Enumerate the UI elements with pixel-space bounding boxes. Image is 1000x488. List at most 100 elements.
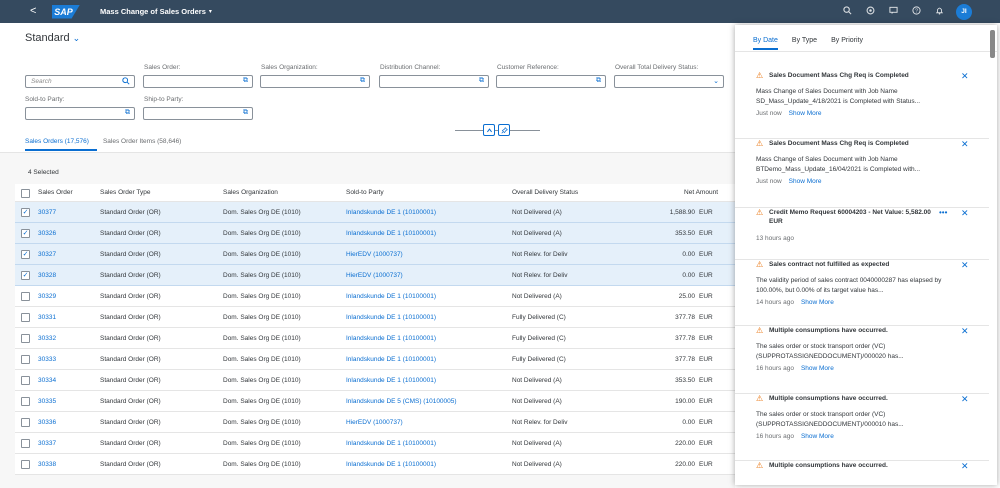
select-all-checkbox[interactable] [21, 189, 30, 198]
show-more-link[interactable]: Show More [801, 365, 834, 372]
sales-order-link[interactable]: 30327 [38, 251, 56, 258]
back-button[interactable]: < [30, 0, 44, 23]
sales-order-link[interactable]: 30338 [38, 461, 56, 468]
sales-order-link[interactable]: 30333 [38, 356, 56, 363]
value-help-icon[interactable]: ⧉ [243, 109, 248, 117]
table-row[interactable]: 30333 Standard Order (OR) Dom. Sales Org D… [15, 349, 735, 370]
tab-by-type[interactable]: By Type [792, 37, 817, 44]
sold-to-party-link[interactable]: Inlandskunde DE 1 (10100001) [346, 335, 436, 342]
close-icon[interactable]: ✕ [961, 139, 969, 150]
app-title-caret-icon[interactable]: ▾ [209, 8, 212, 15]
sales-order-link[interactable]: 30332 [38, 335, 56, 342]
sold-to-party-link[interactable]: Inlandskunde DE 1 (10100001) [346, 209, 436, 216]
row-checkbox[interactable] [21, 397, 30, 406]
value-help-icon[interactable]: ⧉ [243, 77, 248, 85]
sold-to-party-link[interactable]: HierEDV (1000737) [346, 272, 403, 279]
row-checkbox[interactable]: ✓ [21, 208, 30, 217]
table-row[interactable]: 30329 Standard Order (OR) Dom. Sales Org D… [15, 286, 735, 307]
sold-to-party-link[interactable]: Inlandskunde DE 1 (10100001) [346, 356, 436, 363]
row-checkbox[interactable]: ✓ [21, 250, 30, 259]
notification-item[interactable]: ⚠ Multiple consumptions have occurred. ✕ Th… [735, 326, 989, 394]
sold-to-party-link[interactable]: Inlandskunde DE 1 (10100001) [346, 230, 436, 237]
close-icon[interactable]: ✕ [961, 394, 969, 405]
sold-to-party-link[interactable]: Inlandskunde DE 1 (10100001) [346, 461, 436, 468]
show-more-link[interactable]: Show More [789, 178, 822, 185]
notification-item[interactable]: ⚠ Multiple consumptions have occurred. ✕ [735, 461, 989, 485]
row-checkbox[interactable] [21, 439, 30, 448]
table-row[interactable]: ✓ 30328 Standard Order (OR) Dom. Sales Org … [15, 265, 735, 286]
row-checkbox[interactable] [21, 376, 30, 385]
co-pilot-icon[interactable] [864, 6, 876, 17]
row-checkbox[interactable]: ✓ [21, 229, 30, 238]
col-sales-organization[interactable]: Sales Organization [223, 189, 278, 196]
value-help-icon[interactable]: ⧉ [125, 109, 130, 117]
row-checkbox[interactable] [21, 334, 30, 343]
sales-order-link[interactable]: 30335 [38, 398, 56, 405]
app-title[interactable]: Mass Change of Sales Orders [100, 7, 206, 16]
col-sales-order[interactable]: Sales Order [38, 189, 73, 196]
sold-to-party-field[interactable]: ⧉ [25, 107, 135, 120]
sales-order-link[interactable]: 30328 [38, 272, 56, 279]
sales-organization-field[interactable]: ⧉ [260, 75, 370, 88]
user-feedback-icon[interactable] [887, 6, 899, 17]
value-help-icon[interactable]: ⧉ [596, 77, 601, 85]
sold-to-party-link[interactable]: Inlandskunde DE 1 (10100001) [346, 314, 436, 321]
sold-to-party-link[interactable]: Inlandskunde DE 1 (10100001) [346, 377, 436, 384]
sold-to-party-link[interactable]: Inlandskunde DE 1 (10100001) [346, 293, 436, 300]
more-options-icon[interactable]: ••• [939, 208, 947, 217]
show-more-link[interactable]: Show More [801, 299, 834, 306]
ship-to-party-field[interactable]: ⧉ [143, 107, 253, 120]
sales-order-link[interactable]: 30331 [38, 314, 56, 321]
sales-order-link[interactable]: 30329 [38, 293, 56, 300]
sales-order-link[interactable]: 30337 [38, 440, 56, 447]
sales-order-link[interactable]: 30336 [38, 419, 56, 426]
table-row[interactable]: ✓ 30327 Standard Order (OR) Dom. Sales Org … [15, 244, 735, 265]
show-more-link[interactable]: Show More [789, 110, 822, 117]
notification-item[interactable]: ⚠ Credit Memo Request 60004203 - Net Valu… [735, 208, 989, 260]
sold-to-party-link[interactable]: HierEDV (1000737) [346, 419, 403, 426]
notification-item[interactable]: ⚠ Sales contract not fulfilled as expecte… [735, 260, 989, 326]
table-row[interactable]: 30338 Standard Order (OR) Dom. Sales Org D… [15, 454, 735, 475]
col-sales-order-type[interactable]: Sales Order Type [100, 189, 150, 196]
avatar[interactable]: JI [956, 3, 972, 20]
row-checkbox[interactable] [21, 313, 30, 322]
sales-order-field[interactable]: ⧉ [143, 75, 253, 88]
value-help-icon[interactable]: ⧉ [479, 77, 484, 85]
sold-to-party-link[interactable]: Inlandskunde DE 1 (10100001) [346, 440, 436, 447]
sold-to-party-link[interactable]: HierEDV (1000737) [346, 251, 403, 258]
tab-by-priority[interactable]: By Priority [831, 37, 863, 44]
row-checkbox[interactable] [21, 418, 30, 427]
close-icon[interactable]: ✕ [961, 260, 969, 271]
close-icon[interactable]: ✕ [961, 208, 969, 219]
overall-delivery-status-select[interactable]: ⌄ [614, 75, 724, 88]
table-row[interactable]: 30334 Standard Order (OR) Dom. Sales Org D… [15, 370, 735, 391]
search-icon[interactable] [841, 6, 853, 17]
table-row[interactable]: ✓ 30377 Standard Order (OR) Dom. Sales Org … [15, 202, 735, 223]
chevron-down-icon[interactable]: ⌄ [73, 33, 81, 43]
row-checkbox[interactable] [21, 460, 30, 469]
col-sold-to-party[interactable]: Sold-to Party [346, 189, 384, 196]
table-row[interactable]: ✓ 30326 Standard Order (OR) Dom. Sales Org … [15, 223, 735, 244]
panel-scrollbar[interactable] [990, 30, 995, 58]
table-row[interactable]: 30336 Standard Order (OR) Dom. Sales Org D… [15, 412, 735, 433]
help-icon[interactable]: ? [910, 6, 922, 17]
sap-logo[interactable]: SAP [52, 4, 80, 19]
row-checkbox[interactable] [21, 355, 30, 364]
show-more-link[interactable]: Show More [801, 433, 834, 440]
customer-reference-field[interactable]: ⧉ [496, 75, 606, 88]
tab-sales-order-items[interactable]: Sales Order Items (58,646) [103, 138, 181, 152]
sales-order-link[interactable]: 30326 [38, 230, 56, 237]
tab-by-date[interactable]: By Date [753, 37, 778, 44]
table-row[interactable]: 30332 Standard Order (OR) Dom. Sales Org D… [15, 328, 735, 349]
row-checkbox[interactable] [21, 292, 30, 301]
pin-header-button[interactable] [498, 124, 510, 136]
table-row[interactable]: 30335 Standard Order (OR) Dom. Sales Org D… [15, 391, 735, 412]
notification-item[interactable]: ⚠ Sales Document Mass Chg Req is Complete… [735, 71, 989, 139]
collapse-header-button[interactable] [483, 124, 495, 136]
search-icon[interactable] [122, 77, 130, 87]
row-checkbox[interactable]: ✓ [21, 271, 30, 280]
table-row[interactable]: 30331 Standard Order (OR) Dom. Sales Org D… [15, 307, 735, 328]
sales-order-link[interactable]: 30334 [38, 377, 56, 384]
col-net-amount[interactable]: Net Amount [655, 189, 718, 196]
sold-to-party-link[interactable]: Inlandskunde DE 5 (CMS) (10100005) [346, 398, 457, 405]
